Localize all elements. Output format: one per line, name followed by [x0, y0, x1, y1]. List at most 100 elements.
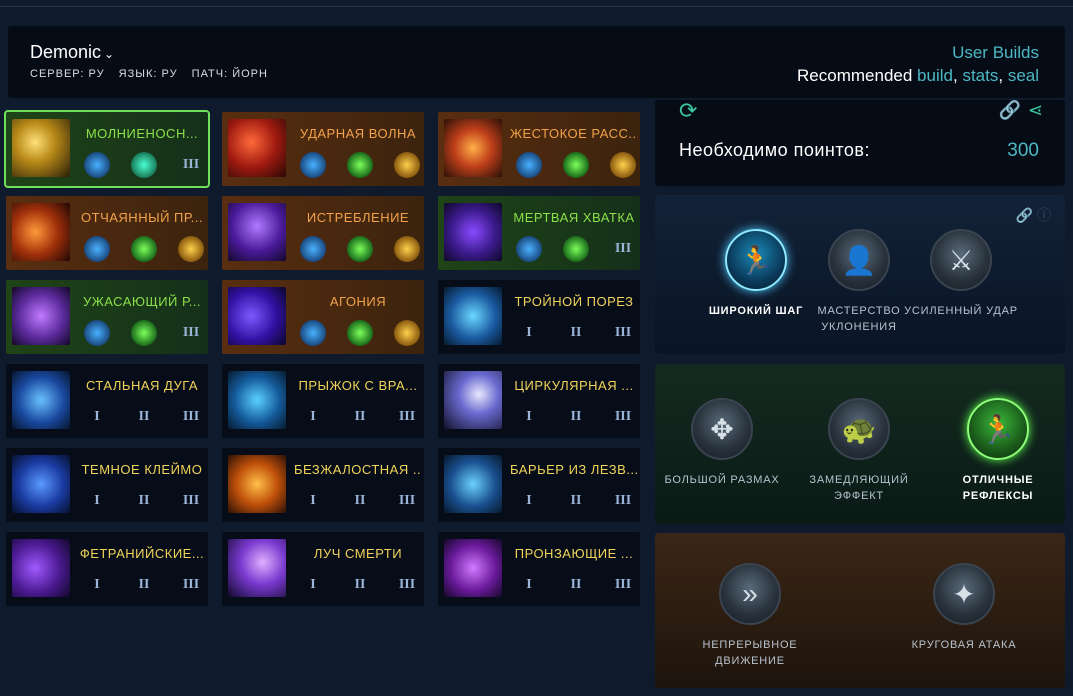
skill-card[interactable]: ЦИРКУЛЯРНАЯ ... I II III — [438, 364, 640, 438]
refresh-icon[interactable]: ⟳ — [679, 100, 701, 122]
blue-gem-icon[interactable] — [84, 236, 110, 262]
upgrade-rank-I[interactable]: I — [300, 488, 326, 514]
blue-gem-icon[interactable] — [84, 152, 110, 178]
talent-node[interactable]: » НЕПРЕРЫВНОЕ ДВИЖЕНИЕ — [685, 563, 815, 669]
skill-card[interactable]: ОТЧАЯННЫЙ ПР... — [6, 196, 208, 270]
upgrade-rank-III[interactable]: III — [610, 488, 636, 514]
build-link[interactable]: build — [917, 66, 953, 85]
upgrade-rank-I[interactable]: I — [84, 404, 110, 430]
talent-node[interactable]: 🐢 ЗАМЕДЛЯЮЩИЙ ЭФФЕКТ — [794, 398, 924, 504]
green-gem-icon[interactable] — [131, 236, 157, 262]
upgrade-rank-I[interactable]: I — [300, 404, 326, 430]
skill-title: МОЛНИЕНОСН... — [85, 126, 199, 141]
upgrade-rank-III[interactable]: III — [178, 488, 204, 514]
upgrade-rank-II[interactable]: II — [563, 320, 589, 346]
blue-gem-icon[interactable] — [300, 320, 326, 346]
skill-card[interactable]: ТЕМНОЕ КЛЕЙМО I II III — [6, 448, 208, 522]
user-builds-link[interactable]: User Builds — [952, 43, 1039, 63]
skill-card[interactable]: ТРОЙНОЙ ПОРЕЗ I II III — [438, 280, 640, 354]
upgrade-rank-III[interactable]: III — [394, 488, 420, 514]
upgrade-rank-I[interactable]: I — [84, 488, 110, 514]
top-divider — [0, 6, 1073, 7]
upgrade-rank-III[interactable]: III — [178, 320, 204, 346]
upgrade-rank-I[interactable]: I — [516, 320, 542, 346]
skill-upgrade-row: I II III — [300, 572, 420, 598]
skill-card[interactable]: БЕЗЖАЛОСТНАЯ ... I II III — [222, 448, 424, 522]
tier-info-icons[interactable]: 🔗 ⓘ — [1016, 205, 1051, 225]
gold-gem-icon[interactable] — [394, 152, 420, 178]
share-icon[interactable]: ⋖ — [1028, 100, 1043, 121]
skill-upgrade-row — [516, 152, 636, 178]
dark-mark-icon — [12, 455, 70, 513]
upgrade-rank-II[interactable]: II — [563, 572, 589, 598]
green-gem-icon[interactable] — [563, 236, 589, 262]
talent-node[interactable]: ✦ КРУГОВАЯ АТАКА — [899, 563, 1029, 653]
upgrade-rank-III[interactable]: III — [394, 572, 420, 598]
stats-link[interactable]: stats — [962, 66, 998, 85]
talent-node[interactable]: ✥ БОЛЬШОЙ РАЗМАХ — [657, 398, 787, 488]
upgrade-rank-II[interactable]: II — [131, 572, 157, 598]
gold-gem-icon[interactable] — [178, 236, 204, 262]
gold-gem-icon[interactable] — [394, 320, 420, 346]
upgrade-rank-II[interactable]: II — [347, 488, 373, 514]
skill-card[interactable]: ПРЫЖОК С ВРА... I II III — [222, 364, 424, 438]
skill-upgrade-row — [84, 236, 204, 262]
blue-gem-icon[interactable] — [300, 236, 326, 262]
skill-card[interactable]: ПРОНЗАЮЩИЕ ... I II III — [438, 532, 640, 606]
skill-title: ИСТРЕБЛЕНИЕ — [306, 210, 410, 225]
upgrade-rank-I[interactable]: I — [84, 572, 110, 598]
upgrade-rank-III[interactable]: III — [178, 572, 204, 598]
blue-gem-icon[interactable] — [516, 152, 542, 178]
skill-card[interactable]: БАРЬЕР ИЗ ЛЕЗВ... I II III — [438, 448, 640, 522]
upgrade-rank-I[interactable]: I — [516, 404, 542, 430]
skill-card[interactable]: МОЛНИЕНОСН... III — [4, 110, 210, 188]
talent-node[interactable]: 🏃 ОТЛИЧНЫЕ РЕФЛЕКСЫ — [933, 398, 1063, 504]
green-gem-icon[interactable] — [347, 236, 373, 262]
talent-node[interactable]: ⚔ УСИЛЕННЫЙ УДАР — [896, 229, 1026, 319]
build-selector[interactable]: Demonic ⌄ — [30, 42, 114, 63]
upgrade-rank-III[interactable]: III — [610, 404, 636, 430]
skill-card[interactable]: УДАРНАЯ ВОЛНА — [222, 112, 424, 186]
blue-gem-icon[interactable] — [300, 152, 326, 178]
upgrade-rank-II[interactable]: II — [131, 404, 157, 430]
upgrade-rank-II[interactable]: II — [347, 572, 373, 598]
upgrade-rank-II[interactable]: II — [131, 488, 157, 514]
upgrade-rank-II[interactable]: II — [563, 488, 589, 514]
upgrade-rank-III[interactable]: III — [610, 320, 636, 346]
blue-gem-icon[interactable] — [516, 236, 542, 262]
skill-card[interactable]: ИСТРЕБЛЕНИЕ — [222, 196, 424, 270]
teal-gem-icon[interactable] — [131, 152, 157, 178]
skill-title: МЕРТВАЯ ХВАТКА — [513, 210, 635, 225]
gold-gem-icon[interactable] — [394, 236, 420, 262]
skill-card[interactable]: ФЕТРАНИЙСКИЕ... I II III — [6, 532, 208, 606]
upgrade-rank-III[interactable]: III — [394, 404, 420, 430]
skill-card[interactable]: МЕРТВАЯ ХВАТКА III — [438, 196, 640, 270]
seal-link[interactable]: seal — [1008, 66, 1039, 85]
upgrade-rank-III[interactable]: III — [178, 152, 204, 178]
link-icon[interactable]: 🔗 — [999, 100, 1021, 121]
upgrade-rank-III[interactable]: III — [610, 236, 636, 262]
skill-upgrade-row: III — [84, 320, 204, 346]
gold-gem-icon[interactable] — [610, 152, 636, 178]
upgrade-rank-I[interactable]: I — [516, 488, 542, 514]
upgrade-rank-II[interactable]: II — [563, 404, 589, 430]
skill-card[interactable]: АГОНИЯ — [222, 280, 424, 354]
green-gem-icon[interactable] — [347, 152, 373, 178]
talent-label: ОТЛИЧНЫЕ РЕФЛЕКСЫ — [962, 474, 1034, 502]
talent-label: НЕПРЕРЫВНОЕ ДВИЖЕНИЕ — [702, 639, 798, 667]
skill-card[interactable]: ЛУЧ СМЕРТИ I II III — [222, 532, 424, 606]
upgrade-rank-I[interactable]: I — [516, 572, 542, 598]
skill-upgrade-row: I II III — [516, 572, 636, 598]
skill-card[interactable]: ЖЕСТОКОЕ РАСС... — [438, 112, 640, 186]
blue-gem-icon[interactable] — [84, 320, 110, 346]
green-gem-icon[interactable] — [563, 152, 589, 178]
skill-card[interactable]: СТАЛЬНАЯ ДУГА I II III — [6, 364, 208, 438]
upgrade-rank-III[interactable]: III — [178, 404, 204, 430]
skill-card[interactable]: УЖАСАЮЩИЙ Р... III — [6, 280, 208, 354]
chevrons-icon: » — [719, 563, 781, 625]
upgrade-rank-I[interactable]: I — [300, 572, 326, 598]
upgrade-rank-III[interactable]: III — [610, 572, 636, 598]
green-gem-icon[interactable] — [131, 320, 157, 346]
upgrade-rank-II[interactable]: II — [347, 404, 373, 430]
green-gem-icon[interactable] — [347, 320, 373, 346]
